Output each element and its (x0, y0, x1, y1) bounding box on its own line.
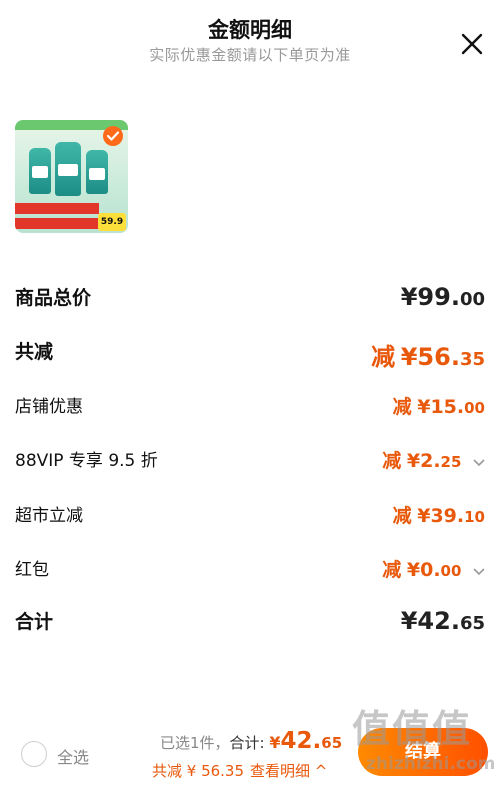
total-discount-row: 共减 减 ¥56.35 (15, 337, 485, 371)
chevron-down-icon (473, 567, 485, 575)
total-label: 合计: (229, 734, 265, 752)
selected-count: 已选1件， (160, 734, 230, 752)
total-price-label: 商品总价 (15, 287, 92, 309)
store-discount-row: 店铺优惠 减 ¥15.00 (15, 392, 485, 418)
subtotal-value: ¥42.65 (400, 607, 485, 635)
page-subtitle: 实际优惠金额请以下单页为准 (149, 46, 351, 64)
total-discount-label: 共减 (15, 341, 54, 363)
subtotal-row: 合计 ¥42.65 (15, 607, 485, 639)
total-amount-dec: 65 (321, 734, 343, 752)
market-discount-label: 超市立减 (15, 506, 83, 526)
order-summary: 已选1件，合计: ¥42.65 (160, 728, 342, 754)
vip-discount-label: 88VIP 专享 9.5 折 (15, 451, 158, 471)
select-all-radio[interactable] (21, 741, 47, 767)
total-price-row: 商品总价 ¥99.00 (15, 283, 485, 313)
red-packet-value: 减 ¥0.00 (382, 555, 485, 582)
select-all-label[interactable]: 全选 (57, 744, 89, 768)
total-currency: ¥ (269, 733, 281, 752)
store-discount-label: 店铺优惠 (15, 397, 83, 417)
subtotal-label: 合计 (15, 611, 54, 633)
view-detail-link[interactable]: 查看明细 ^ (250, 762, 327, 780)
red-packet-row[interactable]: 红包 减 ¥0.00 (15, 555, 485, 581)
laundry-detergent-product-image[interactable]: 59.9 (15, 120, 128, 233)
market-discount-value: 减 ¥39.10 (392, 505, 485, 527)
checkout-button[interactable]: 结算 (358, 728, 488, 776)
total-discount-value: 减 ¥56.35 (371, 343, 485, 371)
vip-discount-row[interactable]: 88VIP 专享 9.5 折 减 ¥2.25 (15, 446, 485, 472)
close-button[interactable] (458, 30, 486, 58)
red-packet-label: 红包 (15, 560, 49, 580)
chevron-down-icon (473, 458, 485, 466)
bottom-action-bar: 全选 已选1件，合计: ¥42.65 共减 ¥ 56.35 查看明细 ^ 结算 (0, 708, 500, 785)
check-circle-icon (103, 126, 123, 146)
saving-text: 共减 ¥ 56.35 (152, 762, 245, 780)
modal-header: 金额明细 实际优惠金额请以下单页为准 (0, 0, 500, 80)
image-price-tag: 59.9 (98, 213, 126, 231)
total-amount-int: 42. (280, 728, 322, 754)
vip-discount-value: 减 ¥2.25 (382, 446, 485, 473)
store-discount-value: 减 ¥15.00 (392, 396, 485, 418)
total-price-value: ¥99.00 (400, 283, 485, 311)
close-icon (461, 33, 483, 55)
market-discount-row: 超市立减 减 ¥39.10 (15, 501, 485, 527)
page-title: 金额明细 (208, 18, 292, 42)
saving-summary: 共减 ¥ 56.35 查看明细 ^ (152, 760, 327, 781)
